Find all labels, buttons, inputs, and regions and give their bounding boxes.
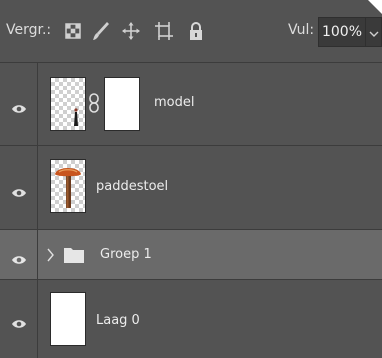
fill-dropdown-button[interactable] <box>366 17 382 47</box>
eye-icon <box>11 183 27 197</box>
layer-row-laag-0[interactable]: Laag 0 <box>0 279 382 358</box>
panel-corner-mark <box>368 0 382 14</box>
lock-image-pixels-icon[interactable] <box>90 20 112 42</box>
lock-all-icon[interactable] <box>185 20 207 42</box>
lock-label: Vergr.: <box>6 22 52 38</box>
eye-icon <box>11 250 27 264</box>
lock-artboard-icon[interactable] <box>153 20 175 42</box>
visibility-toggle[interactable] <box>0 146 38 229</box>
mask-link-icon[interactable] <box>88 93 100 117</box>
folder-icon <box>64 246 84 267</box>
layer-name: Groep 1 <box>100 247 152 262</box>
fill-label: Vul: <box>288 22 315 38</box>
chevron-right-icon[interactable] <box>47 247 55 266</box>
layer-row-paddestoel[interactable]: paddestoel <box>0 145 382 229</box>
layer-row-model[interactable]: model <box>0 62 382 145</box>
layer-thumbnail <box>50 159 86 213</box>
lock-position-icon[interactable] <box>120 20 142 42</box>
eye-icon <box>11 99 27 113</box>
layers-lock-toolbar: Vergr.: Vul: 100% <box>0 0 382 62</box>
layer-thumbnail <box>50 292 86 346</box>
layer-mask-thumbnail[interactable] <box>104 77 140 131</box>
fill-input[interactable]: 100% <box>318 17 366 47</box>
layers-panel: Vergr.: Vul: 100% model paddestoel Groep… <box>0 0 382 358</box>
eye-icon <box>11 314 27 328</box>
layer-row-groep-1[interactable]: Groep 1 <box>0 229 382 279</box>
visibility-toggle[interactable] <box>0 63 38 145</box>
layer-name: Laag 0 <box>96 313 140 328</box>
layers-list: model paddestoel Groep 1 Laag 0 <box>0 62 382 358</box>
layer-thumbnail <box>50 77 86 131</box>
visibility-toggle[interactable] <box>0 280 38 358</box>
chevron-down-icon <box>369 23 379 42</box>
visibility-toggle[interactable] <box>0 230 38 279</box>
lock-transparent-pixels-icon[interactable] <box>62 20 84 42</box>
layer-name: model <box>154 95 195 110</box>
layer-name: paddestoel <box>96 179 169 194</box>
